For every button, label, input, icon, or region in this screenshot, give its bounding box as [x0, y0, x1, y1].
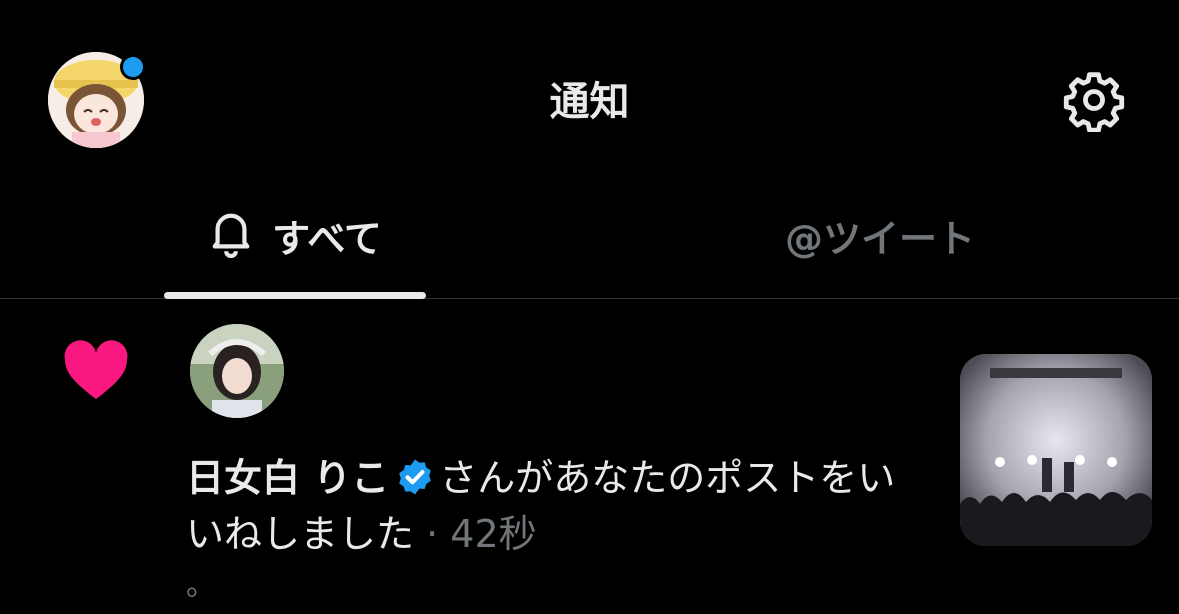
tab-mentions[interactable]: @ツイート [620, 200, 1140, 270]
notification-user-name[interactable]: 日女白 りこ [186, 456, 389, 500]
tab-all-label: すべて [272, 216, 382, 261]
heart-icon [62, 340, 130, 402]
settings-gear-icon[interactable] [1062, 68, 1126, 133]
post-thumbnail[interactable] [960, 354, 1152, 546]
verified-badge-icon [395, 456, 435, 496]
active-tab-indicator [164, 292, 426, 299]
tab-mentions-label: @ツイート [784, 216, 975, 261]
bell-icon [208, 208, 254, 262]
notification-trailing: 。 [186, 568, 216, 603]
user-avatar[interactable] [190, 324, 284, 418]
meta-separator: · [426, 512, 439, 556]
notification-time: 42秒 [450, 512, 537, 556]
notification-text[interactable]: 日女白 りこ さんがあなたのポストをいいねしました · 42秒 [186, 450, 906, 562]
page-title: 通知 [549, 79, 630, 125]
tab-all[interactable]: すべて [164, 200, 426, 270]
